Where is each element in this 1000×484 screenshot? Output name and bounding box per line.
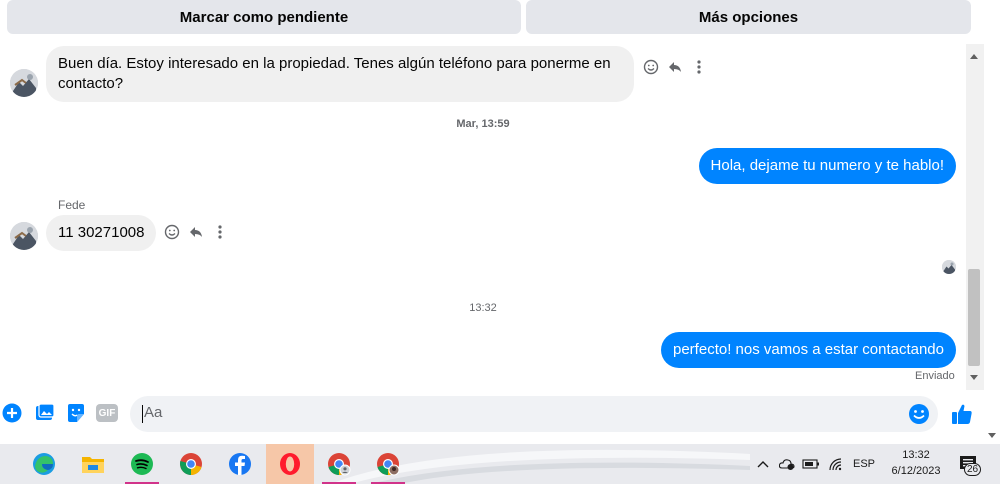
delivery-status: Enviado <box>915 370 955 382</box>
timestamp-divider: 13:32 <box>469 302 497 314</box>
reply-icon[interactable] <box>187 223 205 241</box>
more-vertical-icon[interactable] <box>690 58 708 76</box>
taskbar-app-spotify[interactable] <box>119 444 165 484</box>
show-hidden-icons-chevron-icon[interactable] <box>754 444 772 484</box>
chat-scrollbar[interactable] <box>966 44 984 390</box>
scroll-down-arrow-icon[interactable] <box>970 375 978 380</box>
taskbar-app-file-explorer[interactable] <box>70 444 116 484</box>
timestamp-divider: Mar, 13:59 <box>456 118 510 130</box>
contact-avatar[interactable] <box>10 69 38 97</box>
taskbar-app-opera[interactable] <box>266 444 314 484</box>
battery-icon[interactable] <box>800 444 822 484</box>
gif-label: GIF <box>96 404 118 422</box>
scroll-up-arrow-icon[interactable] <box>970 54 978 59</box>
facebook-icon <box>229 453 251 475</box>
onedrive-sync-icon[interactable] <box>776 444 798 484</box>
scrollbar-thumb[interactable] <box>968 269 980 366</box>
outgoing-message[interactable]: Hola, dejame tu numero y te hablo! <box>698 148 956 184</box>
message-thread: Buen día. Estoy interesado en la propied… <box>0 44 966 390</box>
more-vertical-icon[interactable] <box>211 223 229 241</box>
notification-count-badge: 26 <box>964 463 982 476</box>
edge-icon <box>33 453 55 475</box>
notification-center-icon[interactable]: 26 <box>956 444 982 484</box>
wifi-icon[interactable] <box>826 444 846 484</box>
plus-icon[interactable] <box>1 402 23 424</box>
like-thumb-icon[interactable] <box>950 402 974 426</box>
photo-icon[interactable] <box>34 402 56 424</box>
clock-time: 13:32 <box>902 449 930 461</box>
message-input-placeholder: Aa <box>144 404 163 421</box>
taskbar-app-chrome-profile[interactable] <box>316 444 362 484</box>
windows-taskbar: ESP 13:32 6/12/2023 26 <box>0 444 1000 484</box>
clock-date: 6/12/2023 <box>891 465 941 477</box>
message-composer: GIF Aa <box>0 390 984 444</box>
message-input[interactable]: Aa <box>130 396 938 432</box>
sticker-icon[interactable] <box>65 402 87 424</box>
incoming-message[interactable]: 11 30271008 <box>46 215 157 251</box>
seen-avatar <box>942 260 956 274</box>
taskbar-edge-left <box>0 444 4 484</box>
chrome-icon <box>179 453 202 475</box>
taskbar-app-facebook[interactable] <box>217 444 263 484</box>
language-indicator[interactable]: ESP <box>850 444 878 484</box>
message-actions <box>642 58 708 76</box>
spotify-icon <box>131 453 153 475</box>
chrome-profile-icon <box>328 453 351 476</box>
folder-icon <box>82 457 104 473</box>
emoji-icon[interactable] <box>908 403 930 425</box>
opera-icon <box>280 453 300 475</box>
taskbar-clock[interactable]: 13:32 6/12/2023 <box>880 447 952 479</box>
page-scroll-down-icon[interactable] <box>988 433 996 438</box>
react-emoji-icon[interactable] <box>642 58 660 76</box>
more-options-button[interactable]: Más opciones <box>526 0 971 34</box>
text-caret <box>142 405 143 423</box>
taskbar-app-chrome[interactable] <box>168 444 214 484</box>
incoming-message[interactable]: Buen día. Estoy interesado en la propied… <box>46 46 634 102</box>
taskbar-app-edge[interactable] <box>21 444 67 484</box>
mark-pending-button[interactable]: Marcar como pendiente <box>7 0 521 34</box>
page-scrollbar[interactable] <box>984 0 1000 444</box>
sender-name: Fede <box>58 198 86 212</box>
top-action-bar: Marcar como pendiente Más opciones <box>0 0 984 44</box>
message-actions <box>163 223 229 241</box>
gif-button[interactable]: GIF <box>96 402 118 424</box>
taskbar-app-chrome-profile-2[interactable] <box>365 444 411 484</box>
react-emoji-icon[interactable] <box>163 223 181 241</box>
chrome-profile-icon <box>377 453 400 476</box>
reply-icon[interactable] <box>666 58 684 76</box>
contact-avatar[interactable] <box>10 222 38 250</box>
outgoing-message[interactable]: perfecto! nos vamos a estar contactando <box>661 332 956 368</box>
